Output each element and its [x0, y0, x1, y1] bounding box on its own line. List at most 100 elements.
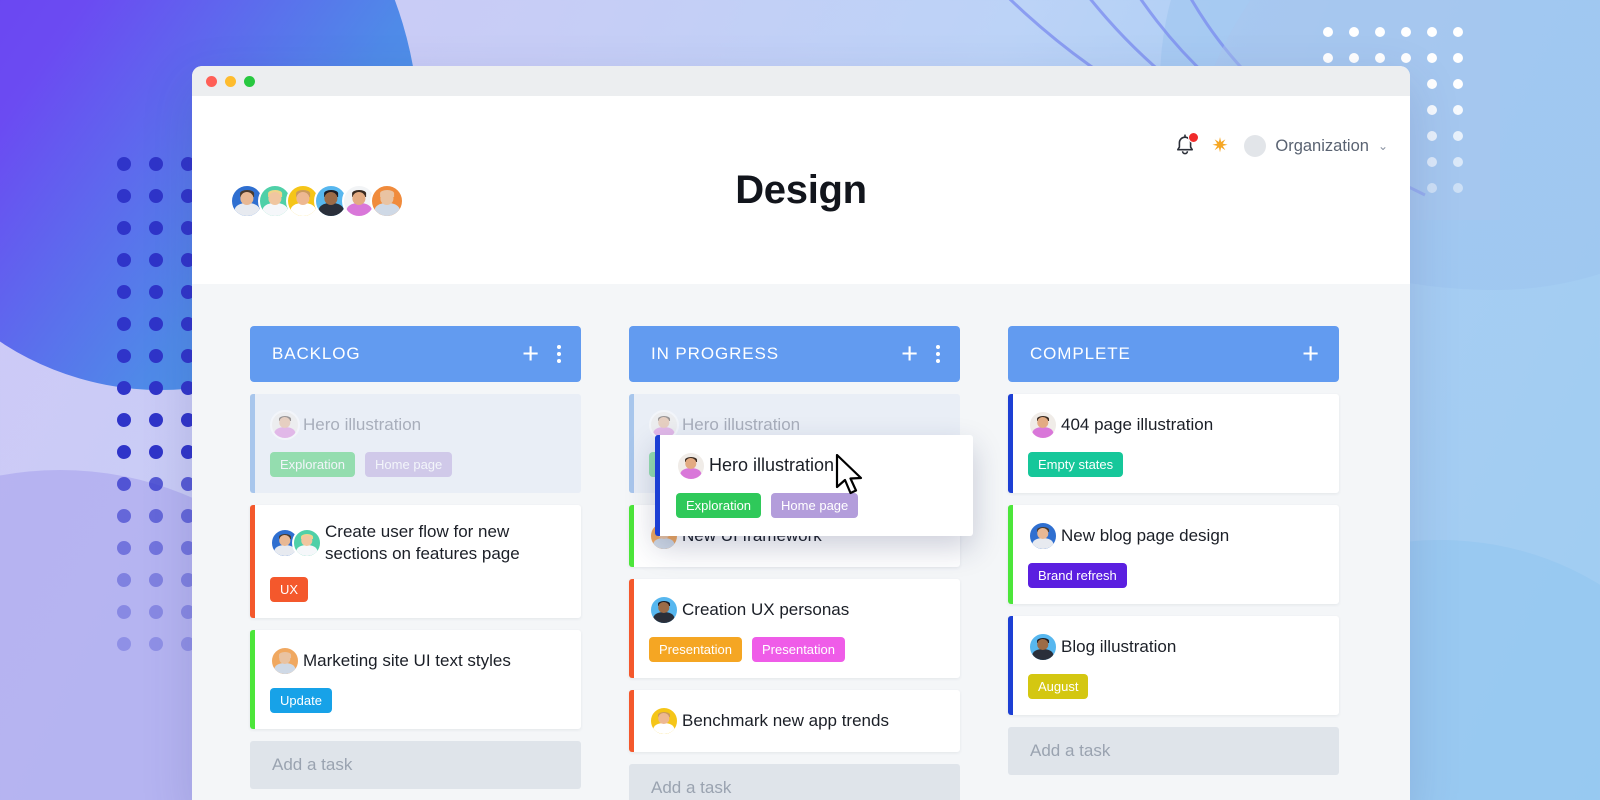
column-menu-icon[interactable]	[934, 343, 942, 365]
task-card-avatars	[270, 646, 300, 677]
avatar-face	[1037, 417, 1049, 429]
column-title: BACKLOG	[272, 344, 361, 363]
task-card-tags: Brand refresh	[1028, 563, 1323, 588]
dragged-card-avatar	[676, 451, 706, 481]
kanban-column-in-progress: IN PROGRESS + Hero illustration Exploration…	[629, 326, 960, 800]
card-tag[interactable]: Home page	[771, 493, 859, 518]
task-card-avatars	[1028, 521, 1058, 551]
card-tag[interactable]: Presentation	[752, 637, 845, 662]
minimize-window-button[interactable]	[225, 75, 236, 87]
column-menu-icon[interactable]	[555, 343, 563, 365]
task-assignee-avatar	[649, 706, 679, 736]
task-card-avatars	[1028, 632, 1058, 662]
close-window-button[interactable]	[206, 75, 217, 87]
avatar-body	[653, 612, 675, 623]
card-tag[interactable]: Update	[270, 688, 332, 714]
card-tag[interactable]: Exploration	[270, 452, 356, 477]
star-icon[interactable]: ✷	[1212, 136, 1229, 156]
window-titlebar	[192, 66, 1410, 96]
task-card-avatars	[649, 706, 679, 736]
notification-bell-icon[interactable]	[1174, 132, 1199, 158]
task-assignee-avatar	[649, 595, 679, 625]
column-header-in-progress: IN PROGRESS +	[629, 326, 960, 382]
task-card[interactable]: Creation UX personas Presentation Presenta…	[629, 579, 960, 678]
add-task-button[interactable]: Add a task	[250, 741, 581, 790]
avatar-body	[653, 538, 675, 549]
add-card-icon[interactable]: +	[901, 339, 918, 369]
avatar-body	[1032, 538, 1054, 549]
card-tag[interactable]: Presentation	[649, 637, 742, 662]
dragged-card-title: Hero illustration	[709, 455, 835, 476]
card-tag[interactable]: Exploration	[676, 493, 762, 518]
task-card-top: New blog page design	[1028, 521, 1323, 551]
column-title: COMPLETE	[1030, 344, 1131, 363]
browser-window: ✷ Organization ⌄ Design BACKLOG + Hero ill…	[192, 66, 1410, 800]
avatar-body	[653, 723, 675, 734]
maximize-window-button[interactable]	[244, 75, 255, 87]
kanban-column-complete: COMPLETE +404 page illustration Empty stat…	[1008, 326, 1339, 800]
task-card-tags: Presentation Presentation	[649, 637, 944, 662]
dragged-card[interactable]: Hero illustration Exploration Home page	[655, 435, 973, 536]
task-card-avatars	[649, 595, 679, 625]
add-card-icon[interactable]: +	[1302, 339, 1319, 369]
task-card-title: Hero illustration	[303, 414, 422, 434]
column-header-backlog: BACKLOG +	[250, 326, 581, 382]
card-tag[interactable]: August	[1028, 674, 1089, 699]
add-card-icon[interactable]: +	[522, 339, 539, 369]
dragged-card-tags: Exploration Home page	[676, 493, 957, 518]
task-card-title: Marketing site UI text styles	[303, 651, 511, 671]
dragged-card-avatars	[676, 451, 706, 481]
avatar-body	[296, 545, 318, 557]
task-card-top: Create user flow for new sections on fea…	[270, 521, 565, 565]
card-tag[interactable]: Empty states	[1028, 452, 1124, 477]
avatar-face	[685, 458, 697, 470]
task-card-avatars	[1028, 410, 1058, 440]
task-card-top: Blog illustration	[1028, 632, 1323, 662]
task-card-tags: Update	[270, 688, 565, 714]
task-card[interactable]: Blog illustration August	[1008, 616, 1339, 715]
card-tag[interactable]: Home page	[365, 452, 453, 477]
task-card-tags: August	[1028, 674, 1323, 699]
card-tag[interactable]: UX	[270, 577, 309, 603]
page-title: Design	[735, 168, 867, 212]
task-card-top: Benchmark new app trends	[649, 706, 944, 736]
organization-menu[interactable]: Organization ⌄	[1244, 135, 1388, 157]
task-card[interactable]: 404 page illustration Empty states	[1008, 394, 1339, 493]
task-assignee-avatar	[270, 410, 300, 440]
add-task-button[interactable]: Add a task	[629, 764, 960, 800]
avatar-face	[279, 417, 291, 429]
task-card[interactable]: Create user flow for new sections on fea…	[250, 505, 581, 619]
avatar-face	[658, 417, 670, 429]
avatar-body	[680, 468, 702, 479]
task-card-title: 404 page illustration	[1061, 414, 1214, 434]
organization-avatar	[1244, 135, 1267, 157]
task-card[interactable]: Benchmark new app trends	[629, 690, 960, 752]
task-card-title: Creation UX personas	[682, 599, 850, 619]
avatar-body	[1032, 427, 1054, 438]
task-card-top: 404 page illustration	[1028, 410, 1323, 440]
avatar-body	[1032, 649, 1054, 660]
dot-grid-left	[117, 157, 195, 651]
task-assignee-avatar	[292, 528, 322, 559]
avatar-face	[658, 713, 670, 725]
task-card-tags: UX	[270, 577, 565, 603]
add-task-button[interactable]: Add a task	[1008, 727, 1339, 775]
top-toolbar: ✷ Organization ⌄	[1174, 132, 1388, 158]
task-card-avatars	[270, 528, 322, 559]
task-card-avatars	[270, 410, 300, 440]
column-header-complete: COMPLETE +	[1008, 326, 1339, 382]
avatar-body	[274, 427, 296, 438]
avatar-face	[658, 602, 670, 614]
task-card[interactable]: New blog page design Brand refresh	[1008, 505, 1339, 604]
task-card-top: Hero illustration	[270, 410, 565, 440]
avatar-face	[1037, 528, 1049, 540]
task-card-title: New blog page design	[1061, 525, 1230, 545]
kanban-column-backlog: BACKLOG + Hero illustration Exploration Home…	[250, 326, 581, 800]
avatar-face	[301, 535, 313, 547]
card-tag[interactable]: Brand refresh	[1028, 563, 1127, 588]
column-title: IN PROGRESS	[651, 344, 779, 363]
task-card-top: Marketing site UI text styles	[270, 646, 565, 677]
task-assignee-avatar	[270, 646, 300, 677]
task-card[interactable]: Marketing site UI text styles Update	[250, 630, 581, 730]
organization-label: Organization	[1275, 136, 1369, 155]
